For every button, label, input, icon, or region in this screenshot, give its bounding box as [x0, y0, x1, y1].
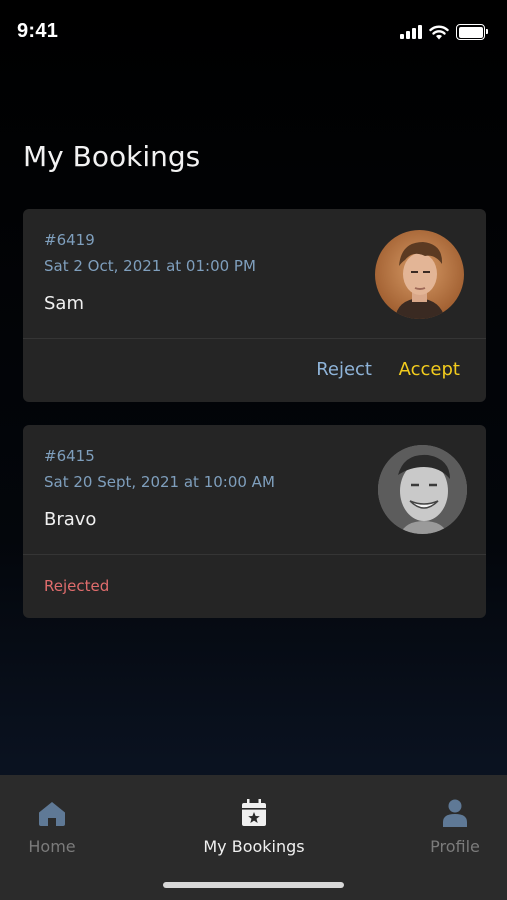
tab-profile-label: Profile — [430, 837, 480, 856]
booking-id: #6415 — [44, 447, 95, 465]
customer-name: Bravo — [44, 509, 97, 530]
booking-id: #6419 — [44, 231, 95, 249]
tab-my-bookings-label: My Bookings — [203, 837, 305, 856]
booking-card[interactable]: #6415 Sat 20 Sept, 2021 at 10:00 AM Brav… — [23, 425, 486, 618]
booking-card-status: Rejected — [23, 555, 486, 618]
cellular-signal-icon — [400, 25, 422, 39]
booking-status-label: Rejected — [44, 577, 110, 595]
home-icon — [39, 802, 65, 826]
battery-level — [458, 26, 483, 38]
booking-card-details: #6419 Sat 2 Oct, 2021 at 01:00 PM Sam — [23, 209, 486, 339]
customer-name: Sam — [44, 293, 84, 314]
booking-card-details: #6415 Sat 20 Sept, 2021 at 10:00 AM Brav… — [23, 425, 486, 555]
tab-home-label: Home — [28, 837, 76, 856]
person-icon — [443, 799, 467, 827]
booking-datetime: Sat 2 Oct, 2021 at 01:00 PM — [44, 257, 256, 275]
booking-datetime: Sat 20 Sept, 2021 at 10:00 AM — [44, 473, 275, 491]
screen: 9:41 My Bookings #6419 Sat 2 Oct, 2021 a… — [0, 0, 507, 900]
page-title: My Bookings — [23, 140, 201, 173]
booking-card[interactable]: #6419 Sat 2 Oct, 2021 at 01:00 PM Sam Re… — [23, 209, 486, 402]
status-time: 9:41 — [17, 20, 59, 42]
avatar — [378, 445, 467, 534]
tab-my-bookings[interactable]: My Bookings — [194, 797, 314, 856]
tab-profile[interactable]: Profile — [395, 797, 507, 856]
home-indicator[interactable] — [163, 882, 344, 888]
wifi-icon — [429, 25, 449, 39]
status-bar: 9:41 — [0, 0, 507, 66]
tab-bar: Home My Bookings Profile — [0, 775, 507, 900]
reject-button[interactable]: Reject — [316, 359, 372, 380]
tab-home[interactable]: Home — [0, 797, 112, 856]
booking-card-actions: Reject Accept — [23, 339, 486, 402]
status-icons — [400, 24, 488, 40]
avatar — [375, 230, 464, 319]
accept-button[interactable]: Accept — [399, 359, 460, 380]
battery-icon — [456, 24, 488, 40]
calendar-star-icon — [242, 799, 266, 826]
